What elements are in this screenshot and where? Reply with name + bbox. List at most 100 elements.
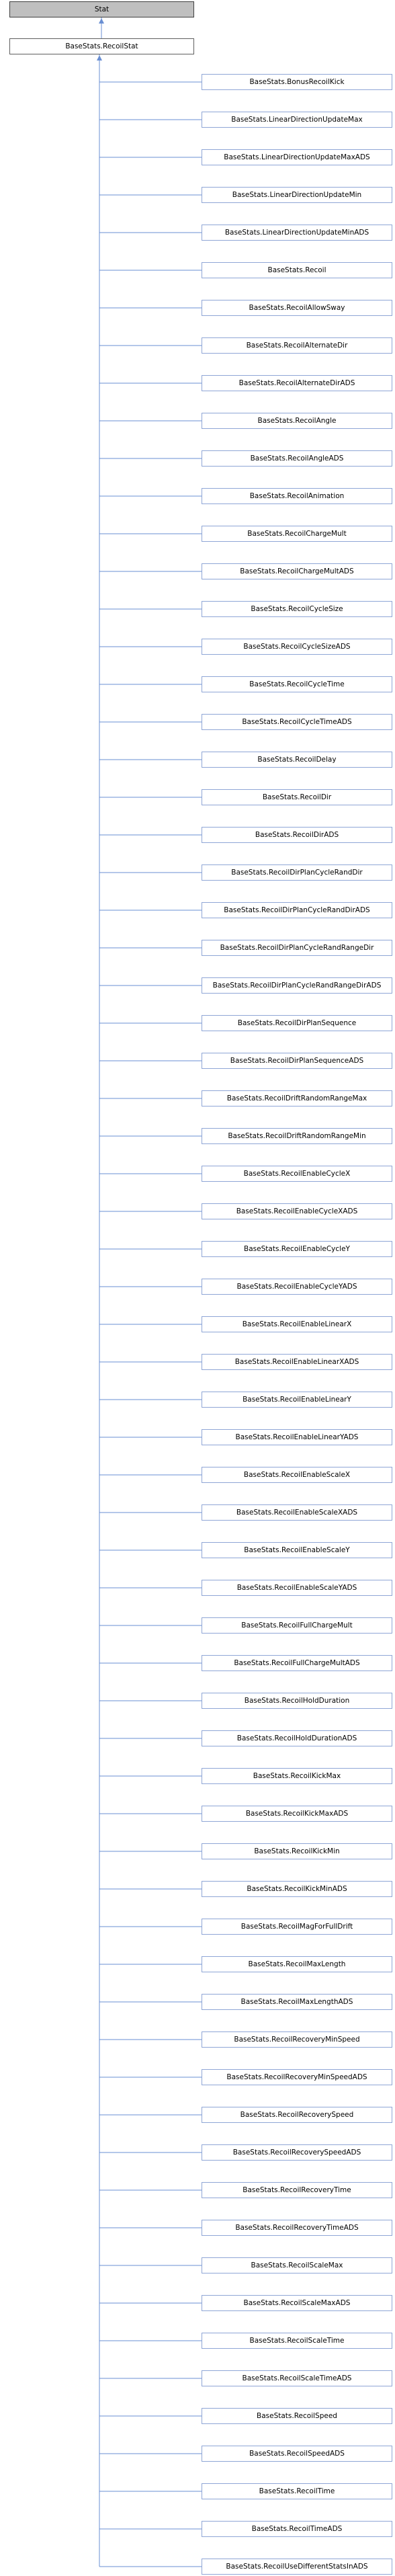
derived-class-node[interactable]: BaseStats.RecoilTimeADS <box>202 2521 392 2537</box>
derived-class-node[interactable]: BaseStats.RecoilDelay <box>202 752 392 768</box>
derived-class-label: BaseStats.RecoilAnimation <box>249 492 345 500</box>
derived-class-node[interactable]: BaseStats.RecoilEnableScaleYADS <box>202 1580 392 1596</box>
derived-class-node[interactable]: BaseStats.RecoilAlternateDirADS <box>202 375 392 391</box>
derived-class-label: BaseStats.RecoilScaleTimeADS <box>242 2374 352 2382</box>
derived-class-node[interactable]: BaseStats.RecoilEnableCycleXADS <box>202 1203 392 1219</box>
derived-class-node[interactable]: BaseStats.BonusRecoilKick <box>202 74 392 90</box>
derived-class-node[interactable]: BaseStats.RecoilCycleSize <box>202 601 392 617</box>
derived-class-label: BaseStats.RecoilScaleMaxADS <box>243 2299 351 2307</box>
derived-class-node[interactable]: BaseStats.RecoilRecoveryTimeADS <box>202 2220 392 2236</box>
recoil-stat-node[interactable]: BaseStats.RecoilStat <box>9 38 194 54</box>
derived-class-node[interactable]: BaseStats.RecoilScaleTimeADS <box>202 2370 392 2386</box>
derived-class-node[interactable]: BaseStats.RecoilSpeed <box>202 2408 392 2424</box>
derived-class-node[interactable]: BaseStats.RecoilKickMin <box>202 1843 392 1859</box>
derived-class-node[interactable]: BaseStats.RecoilAnimation <box>202 488 392 504</box>
derived-class-node[interactable]: BaseStats.RecoilScaleMax <box>202 2257 392 2273</box>
derived-class-label: BaseStats.RecoilEnableCycleYADS <box>236 1283 357 1291</box>
derived-class-node[interactable]: BaseStats.RecoilMagForFullDrift <box>202 1919 392 1935</box>
derived-class-node[interactable]: BaseStats.RecoilEnableLinearYADS <box>202 1429 392 1445</box>
derived-class-node[interactable]: BaseStats.RecoilAlternateDir <box>202 337 392 354</box>
derived-class-node[interactable]: BaseStats.RecoilTime <box>202 2483 392 2499</box>
derived-class-node[interactable]: BaseStats.LinearDirectionUpdateMin <box>202 187 392 203</box>
derived-class-label: BaseStats.RecoilEnableScaleXADS <box>236 1508 358 1517</box>
derived-class-node[interactable]: BaseStats.RecoilRecoveryMinSpeed <box>202 2031 392 2048</box>
derived-class-node[interactable]: BaseStats.RecoilAngleADS <box>202 450 392 467</box>
derived-class-label: BaseStats.RecoilEnableScaleY <box>244 1546 350 1554</box>
derived-class-node[interactable]: BaseStats.RecoilKickMaxADS <box>202 1806 392 1822</box>
derived-class-label: BaseStats.RecoilChargeMult <box>247 530 347 538</box>
derived-class-label: BaseStats.RecoilTimeADS <box>251 2525 343 2533</box>
derived-class-label: BaseStats.RecoilDirPlanSequenceADS <box>230 1057 364 1065</box>
derived-class-node[interactable]: BaseStats.RecoilScaleMaxADS <box>202 2295 392 2311</box>
derived-class-node[interactable]: BaseStats.RecoilAngle <box>202 413 392 429</box>
derived-class-node[interactable]: BaseStats.RecoilDirADS <box>202 827 392 843</box>
derived-class-node[interactable]: BaseStats.RecoilDirPlanCycleRandDirADS <box>202 902 392 918</box>
derived-class-node[interactable]: BaseStats.RecoilAllowSway <box>202 300 392 316</box>
derived-class-node[interactable]: BaseStats.RecoilDirPlanCycleRandRangeDir… <box>202 977 392 994</box>
recoil-stat-node-label: BaseStats.RecoilStat <box>65 42 138 50</box>
derived-class-node[interactable]: BaseStats.RecoilEnableLinearY <box>202 1392 392 1408</box>
derived-class-label: BaseStats.RecoilDriftRandomRangeMin <box>228 1132 366 1140</box>
derived-class-node[interactable]: BaseStats.RecoilUseDifferentStatsInADS <box>202 2559 392 2575</box>
derived-class-node[interactable]: BaseStats.RecoilMaxLength <box>202 1956 392 1972</box>
derived-class-label: BaseStats.RecoilKickMax <box>253 1772 341 1780</box>
derived-class-node[interactable]: BaseStats.RecoilDriftRandomRangeMin <box>202 1128 392 1144</box>
derived-class-label: BaseStats.RecoilCycleTimeADS <box>242 718 352 726</box>
derived-class-node[interactable]: BaseStats.Recoil <box>202 262 392 278</box>
derived-class-node[interactable]: BaseStats.RecoilDirPlanCycleRandDir <box>202 864 392 881</box>
derived-class-node[interactable]: BaseStats.RecoilEnableScaleXADS <box>202 1504 392 1521</box>
derived-class-node[interactable]: BaseStats.RecoilDir <box>202 789 392 805</box>
derived-class-label: BaseStats.RecoilRecoverySpeed <box>240 2111 354 2119</box>
derived-class-node[interactable]: BaseStats.RecoilChargeMultADS <box>202 563 392 579</box>
derived-class-node[interactable]: BaseStats.RecoilMaxLengthADS <box>202 1994 392 2010</box>
derived-class-node[interactable]: BaseStats.RecoilEnableScaleX <box>202 1467 392 1483</box>
derived-class-node[interactable]: BaseStats.RecoilRecoverySpeedADS <box>202 2144 392 2161</box>
derived-class-node[interactable]: BaseStats.RecoilSpeedADS <box>202 2446 392 2462</box>
derived-class-label: BaseStats.RecoilCycleSizeADS <box>243 643 351 651</box>
derived-class-node[interactable]: BaseStats.RecoilEnableScaleY <box>202 1542 392 1558</box>
derived-class-node[interactable]: BaseStats.RecoilDirPlanSequence <box>202 1015 392 1031</box>
derived-class-node[interactable]: BaseStats.RecoilHoldDuration <box>202 1693 392 1709</box>
derived-class-node[interactable]: BaseStats.RecoilKickMax <box>202 1768 392 1784</box>
derived-class-label: BaseStats.RecoilEnableScaleYADS <box>236 1584 357 1592</box>
derived-class-node[interactable]: BaseStats.RecoilRecoverySpeed <box>202 2107 392 2123</box>
derived-class-node[interactable]: BaseStats.RecoilRecoveryTime <box>202 2182 392 2198</box>
derived-class-label: BaseStats.RecoilHoldDuration <box>244 1697 350 1705</box>
derived-class-label: BaseStats.RecoilAllowSway <box>249 304 345 312</box>
derived-class-node[interactable]: BaseStats.RecoilRecoveryMinSpeedADS <box>202 2069 392 2085</box>
derived-class-label: BaseStats.RecoilEnableLinearYADS <box>235 1433 359 1441</box>
derived-class-node[interactable]: BaseStats.RecoilDirPlanCycleRandRangeDir <box>202 940 392 956</box>
stat-node[interactable]: Stat <box>9 1 194 17</box>
derived-class-node[interactable]: BaseStats.RecoilEnableCycleY <box>202 1241 392 1257</box>
derived-class-label: BaseStats.RecoilKickMaxADS <box>245 1810 349 1818</box>
derived-class-node[interactable]: BaseStats.RecoilChargeMult <box>202 526 392 542</box>
derived-class-node[interactable]: BaseStats.RecoilCycleTimeADS <box>202 714 392 730</box>
derived-class-node[interactable]: BaseStats.LinearDirectionUpdateMinADS <box>202 225 392 241</box>
derived-class-label: BaseStats.RecoilKickMin <box>254 1847 340 1855</box>
derived-class-node[interactable]: BaseStats.LinearDirectionUpdateMaxADS <box>202 149 392 165</box>
derived-class-node[interactable]: BaseStats.RecoilScaleTime <box>202 2333 392 2349</box>
derived-class-label: BaseStats.RecoilCycleSize <box>251 605 343 613</box>
derived-class-node[interactable]: BaseStats.RecoilEnableCycleYADS <box>202 1279 392 1295</box>
derived-class-node[interactable]: BaseStats.RecoilKickMinADS <box>202 1881 392 1897</box>
derived-class-node[interactable]: BaseStats.LinearDirectionUpdateMax <box>202 112 392 128</box>
derived-class-label: BaseStats.RecoilFullChargeMultADS <box>234 1659 360 1667</box>
derived-class-node[interactable]: BaseStats.RecoilFullChargeMultADS <box>202 1655 392 1671</box>
derived-class-label: BaseStats.RecoilEnableCycleY <box>244 1245 350 1253</box>
derived-class-label: BaseStats.RecoilRecoverySpeedADS <box>232 2148 361 2157</box>
derived-class-label: BaseStats.RecoilRecoveryMinSpeedADS <box>226 2073 367 2081</box>
derived-class-node[interactable]: BaseStats.RecoilEnableLinearX <box>202 1316 392 1332</box>
derived-class-label: BaseStats.RecoilAngleADS <box>250 454 344 462</box>
derived-class-node[interactable]: BaseStats.RecoilHoldDurationADS <box>202 1730 392 1746</box>
derived-class-node[interactable]: BaseStats.RecoilEnableLinearXADS <box>202 1354 392 1370</box>
derived-class-label: BaseStats.RecoilScaleMax <box>251 2261 343 2269</box>
derived-class-label: BaseStats.RecoilAngle <box>257 417 337 425</box>
derived-class-label: BaseStats.RecoilRecoveryTimeADS <box>235 2224 359 2232</box>
derived-class-node[interactable]: BaseStats.RecoilFullChargeMult <box>202 1617 392 1634</box>
derived-class-node[interactable]: BaseStats.RecoilDirPlanSequenceADS <box>202 1053 392 1069</box>
derived-class-label: BaseStats.RecoilEnableCycleX <box>243 1170 351 1178</box>
derived-class-node[interactable]: BaseStats.RecoilDriftRandomRangeMax <box>202 1090 392 1106</box>
derived-class-node[interactable]: BaseStats.RecoilCycleTime <box>202 676 392 692</box>
derived-class-node[interactable]: BaseStats.RecoilEnableCycleX <box>202 1166 392 1182</box>
derived-class-node[interactable]: BaseStats.RecoilCycleSizeADS <box>202 639 392 655</box>
